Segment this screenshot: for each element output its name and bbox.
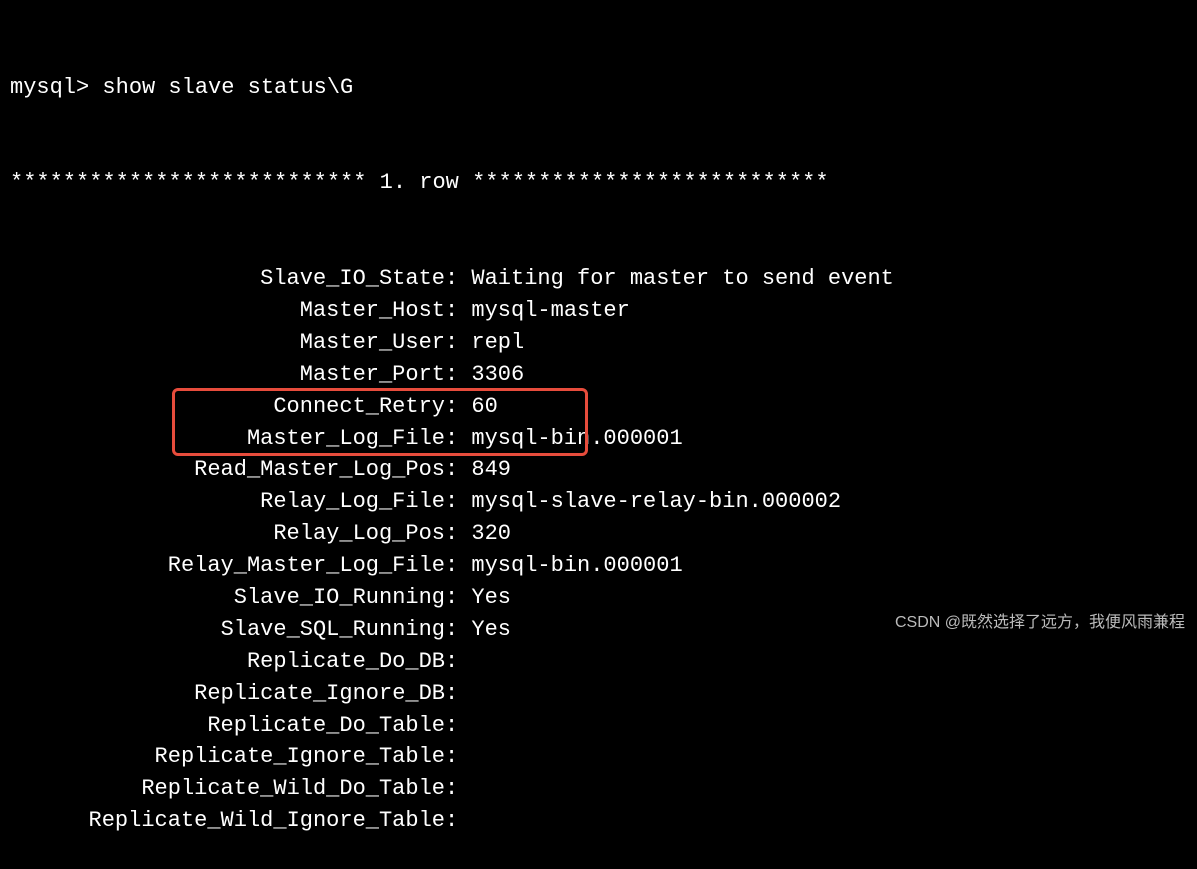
status-value: repl xyxy=(471,330,524,355)
status-value: mysql-master xyxy=(471,298,629,323)
status-label: Relay_Log_File xyxy=(10,486,445,518)
watermark: CSDN @既然选择了远方，我便风雨兼程 xyxy=(895,611,1185,634)
status-row: Master_Port: 3306 xyxy=(10,359,1187,391)
status-row: Relay_Master_Log_File: mysql-bin.000001 xyxy=(10,550,1187,582)
status-rows: Slave_IO_State: Waiting for master to se… xyxy=(10,263,1187,837)
status-row: Replicate_Wild_Ignore_Table: xyxy=(10,805,1187,837)
terminal-output: mysql> show slave status\G *************… xyxy=(10,8,1187,869)
status-label: Relay_Master_Log_File xyxy=(10,550,445,582)
colon-separator: : xyxy=(445,298,471,323)
status-value: 60 xyxy=(471,394,497,419)
status-label: Master_Port xyxy=(10,359,445,391)
status-label: Replicate_Wild_Do_Table xyxy=(10,773,445,805)
colon-separator: : xyxy=(445,649,471,674)
status-value: mysql-slave-relay-bin.000002 xyxy=(471,489,841,514)
status-row: Relay_Log_File: mysql-slave-relay-bin.00… xyxy=(10,486,1187,518)
colon-separator: : xyxy=(445,808,471,833)
status-value: Yes xyxy=(471,617,511,642)
colon-separator: : xyxy=(445,426,471,451)
row-sep-right: *************************** xyxy=(459,170,829,195)
row-number: 1. row xyxy=(380,170,459,195)
colon-separator: : xyxy=(445,585,471,610)
status-label: Slave_IO_Running xyxy=(10,582,445,614)
row-header: *************************** 1. row *****… xyxy=(10,167,1187,199)
colon-separator: : xyxy=(445,713,471,738)
status-row: Replicate_Wild_Do_Table: xyxy=(10,773,1187,805)
status-label: Replicate_Wild_Ignore_Table xyxy=(10,805,445,837)
colon-separator: : xyxy=(445,362,471,387)
command-line[interactable]: mysql> show slave status\G xyxy=(10,72,1187,104)
status-value: 320 xyxy=(471,521,511,546)
status-row: Replicate_Ignore_DB: xyxy=(10,678,1187,710)
status-row: Replicate_Do_Table: xyxy=(10,710,1187,742)
colon-separator: : xyxy=(445,553,471,578)
status-row: Read_Master_Log_Pos: 849 xyxy=(10,454,1187,486)
colon-separator: : xyxy=(445,617,471,642)
colon-separator: : xyxy=(445,776,471,801)
colon-separator: : xyxy=(445,394,471,419)
status-value: 3306 xyxy=(471,362,524,387)
mysql-prompt: mysql> xyxy=(10,75,102,100)
status-label: Relay_Log_Pos xyxy=(10,518,445,550)
command-text: show slave status\G xyxy=(102,75,353,100)
status-row: Slave_IO_Running: Yes xyxy=(10,582,1187,614)
status-value: mysql-bin.000001 xyxy=(471,553,682,578)
status-label: Replicate_Ignore_DB xyxy=(10,678,445,710)
colon-separator: : xyxy=(445,489,471,514)
status-row: Connect_Retry: 60 xyxy=(10,391,1187,423)
colon-separator: : xyxy=(445,266,471,291)
status-row: Replicate_Do_DB: xyxy=(10,646,1187,678)
status-row: Replicate_Ignore_Table: xyxy=(10,741,1187,773)
status-label: Read_Master_Log_Pos xyxy=(10,454,445,486)
status-value: 849 xyxy=(471,457,511,482)
status-value: mysql-bin.000001 xyxy=(471,426,682,451)
status-label: Master_User xyxy=(10,327,445,359)
status-row: Master_User: repl xyxy=(10,327,1187,359)
colon-separator: : xyxy=(445,744,471,769)
status-value: Waiting for master to send event xyxy=(471,266,893,291)
colon-separator: : xyxy=(445,521,471,546)
status-label: Slave_SQL_Running xyxy=(10,614,445,646)
status-label: Master_Log_File xyxy=(10,423,445,455)
row-sep-left: *************************** xyxy=(10,170,380,195)
colon-separator: : xyxy=(445,681,471,706)
colon-separator: : xyxy=(445,330,471,355)
status-label: Connect_Retry xyxy=(10,391,445,423)
status-row: Master_Log_File: mysql-bin.000001 xyxy=(10,423,1187,455)
status-row: Slave_IO_State: Waiting for master to se… xyxy=(10,263,1187,295)
status-label: Replicate_Do_DB xyxy=(10,646,445,678)
status-label: Replicate_Ignore_Table xyxy=(10,741,445,773)
status-label: Master_Host xyxy=(10,295,445,327)
colon-separator: : xyxy=(445,457,471,482)
status-value: Yes xyxy=(471,585,511,610)
status-row: Master_Host: mysql-master xyxy=(10,295,1187,327)
status-label: Replicate_Do_Table xyxy=(10,710,445,742)
status-label: Slave_IO_State xyxy=(10,263,445,295)
status-row: Relay_Log_Pos: 320 xyxy=(10,518,1187,550)
